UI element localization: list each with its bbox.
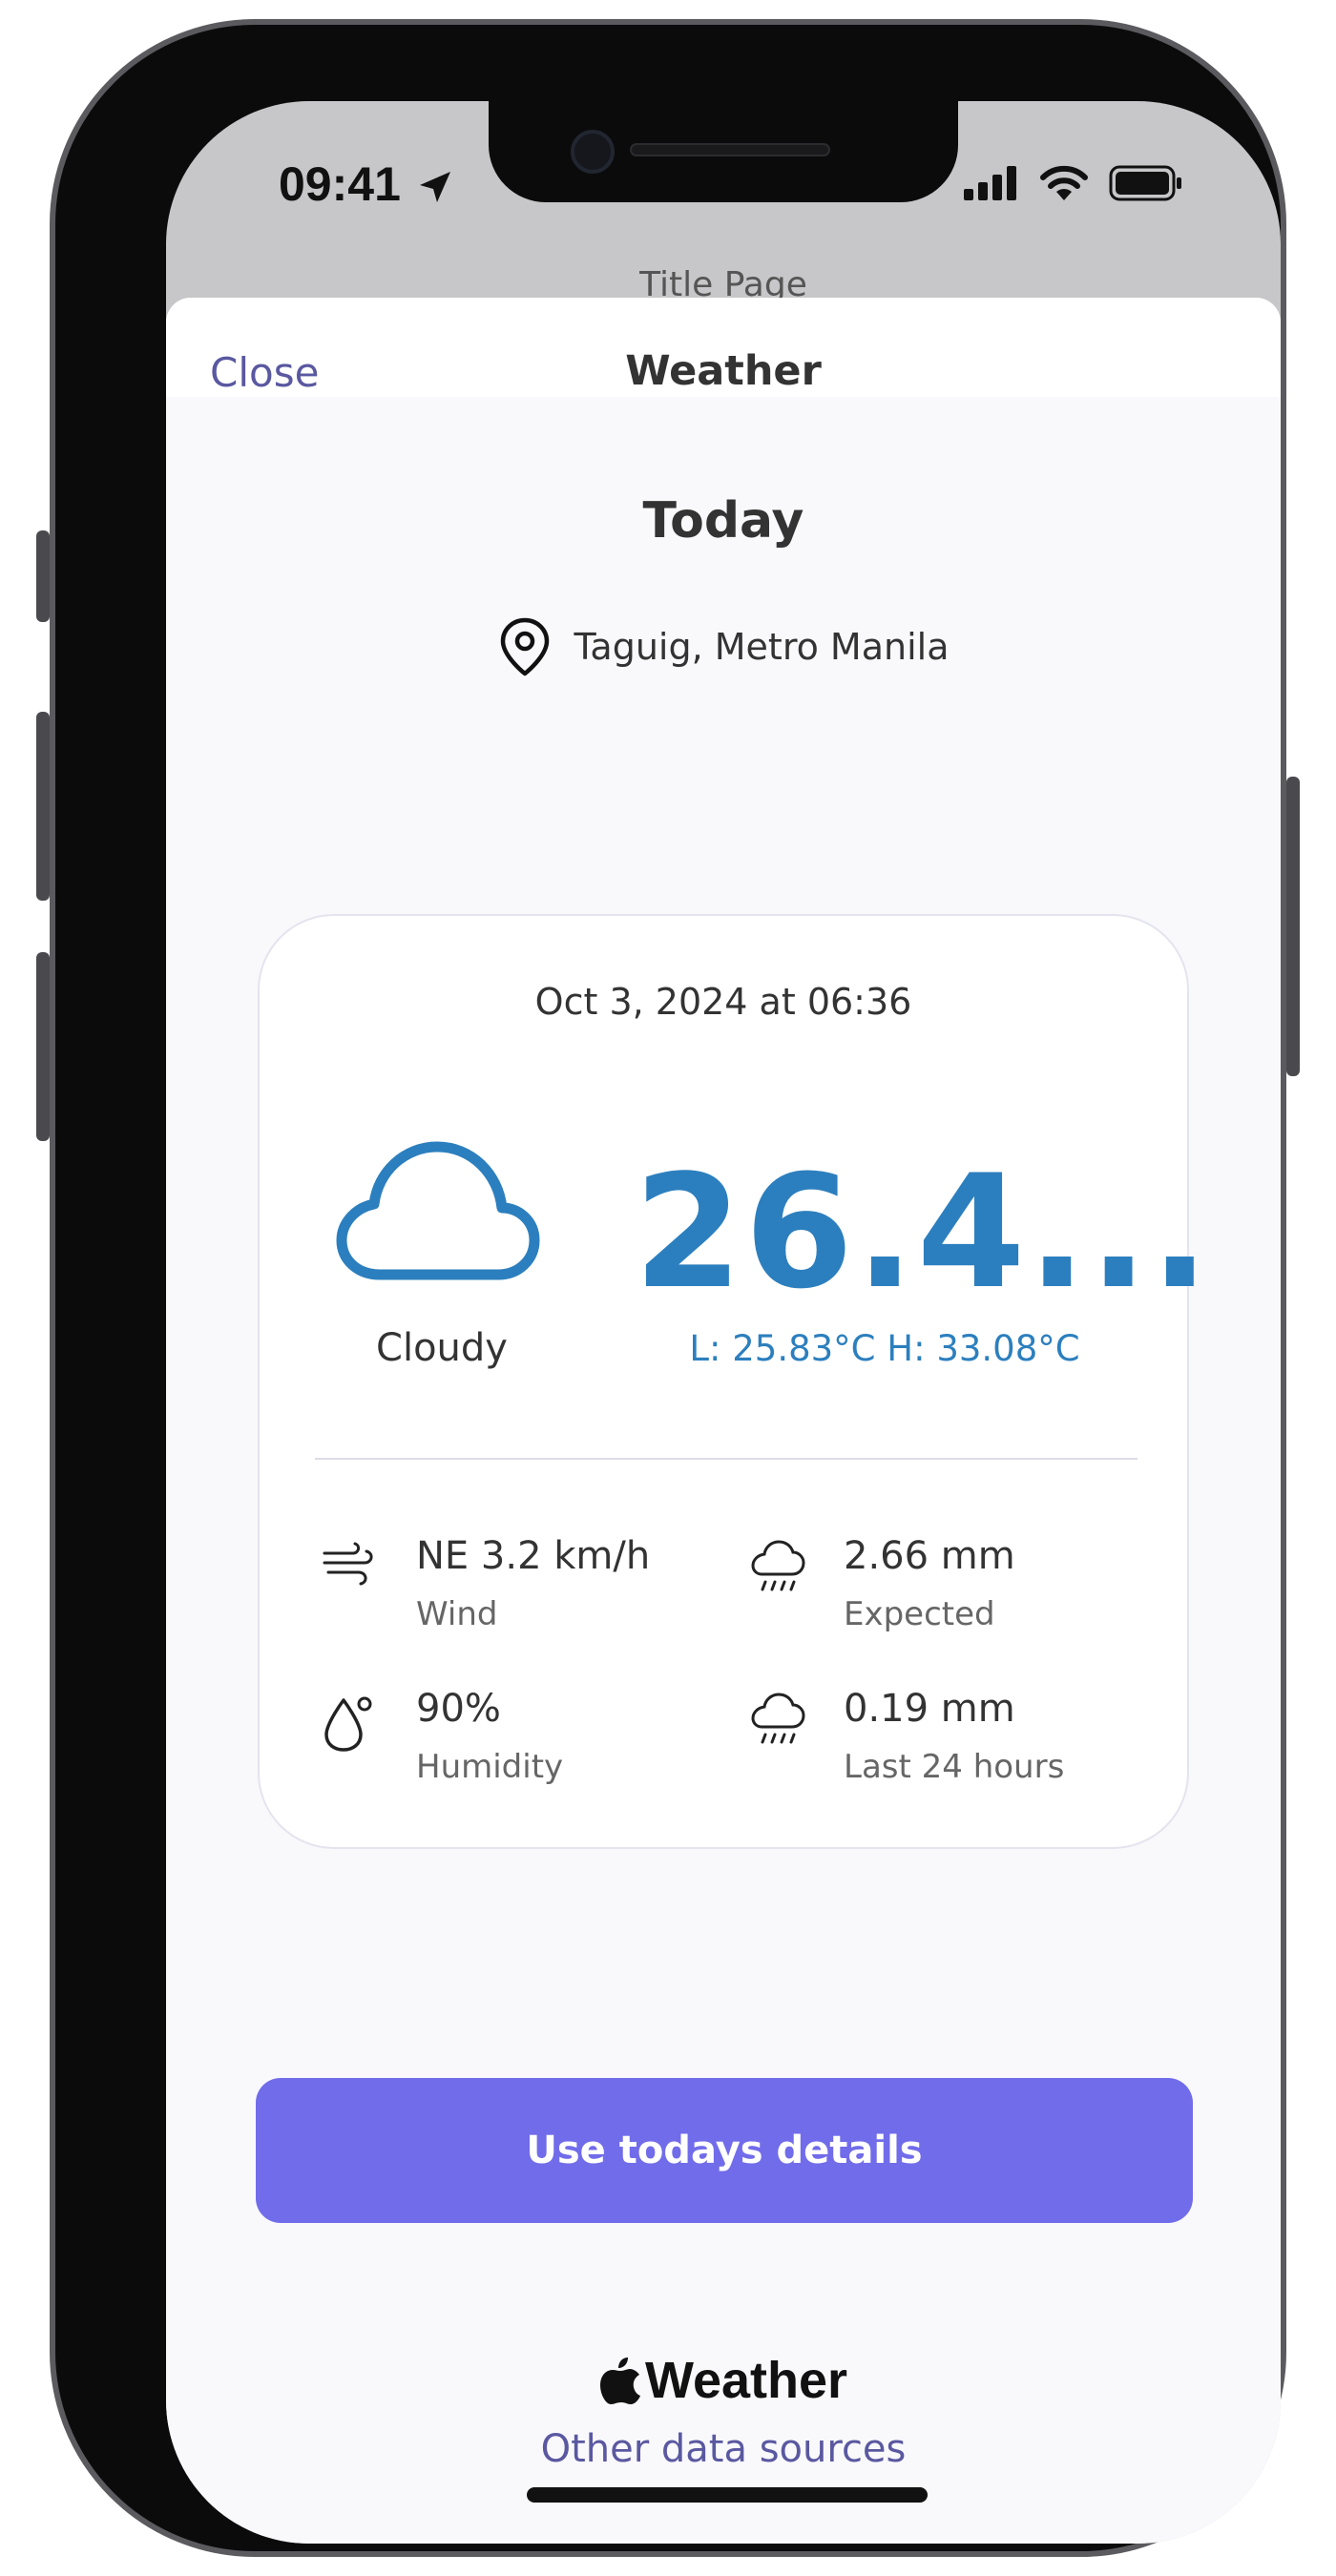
expected-rain-label: Expected xyxy=(844,1595,995,1633)
battery-icon xyxy=(1109,165,1181,201)
use-todays-details-button[interactable]: Use todays details xyxy=(256,2078,1193,2223)
cellular-signal-icon xyxy=(964,166,1016,200)
weather-sheet: Close Weather Today Taguig, Metro Manila… xyxy=(166,298,1281,2544)
weather-brand-text: Weather xyxy=(644,2352,848,2409)
volume-down-button xyxy=(36,952,50,1141)
rain-last-24h-value: 0.19 mm xyxy=(844,1687,1015,1731)
silent-switch xyxy=(36,530,50,622)
weather-condition: Cloudy xyxy=(376,1326,508,1370)
power-button xyxy=(1286,777,1300,1076)
wind-icon xyxy=(323,1542,373,1586)
droplet-icon xyxy=(324,1696,372,1752)
wifi-icon xyxy=(1040,165,1088,200)
status-icons xyxy=(964,164,1183,202)
rain-last-24h-label: Last 24 hours xyxy=(844,1748,1065,1786)
day-heading: Today xyxy=(642,492,804,550)
expected-rain-value: 2.66 mm xyxy=(844,1534,1015,1578)
low-high-temperature: L: 25.83°C H: 33.08°C xyxy=(689,1328,1080,1369)
sheet-header: Close Weather xyxy=(166,298,1281,397)
apple-logo-icon xyxy=(599,2358,640,2404)
humidity-label: Humidity xyxy=(416,1748,564,1786)
sheet-title: Weather xyxy=(625,347,822,395)
weather-card: Oct 3, 2024 at 06:36 Cloudy 26.4... L: 2… xyxy=(258,914,1210,1849)
phone-screen: 09:41 Title Page Close Weather Today Tag… xyxy=(166,101,1281,2544)
current-temperature: 26.4... xyxy=(634,1141,1212,1323)
earpiece-speaker xyxy=(630,143,830,156)
humidity-value: 90% xyxy=(416,1687,501,1731)
volume-up-button xyxy=(36,712,50,901)
wind-value: NE 3.2 km/h xyxy=(416,1534,651,1578)
weather-attribution: Weather xyxy=(166,2351,1281,2410)
rain-cloud-icon xyxy=(751,1693,805,1744)
front-camera xyxy=(571,130,615,174)
phone-frame: 09:41 Title Page Close Weather Today Tag… xyxy=(50,19,1286,2557)
map-pin-icon xyxy=(500,617,549,676)
rain-cloud-icon xyxy=(751,1540,805,1591)
home-indicator[interactable] xyxy=(527,2487,928,2503)
location: Taguig, Metro Manila xyxy=(166,616,1281,677)
cloud-icon xyxy=(336,1141,540,1280)
status-time: 09:41 xyxy=(279,157,401,211)
card-divider xyxy=(315,1458,1138,1460)
observation-date: Oct 3, 2024 at 06:36 xyxy=(534,981,912,1023)
location-name: Taguig, Metro Manila xyxy=(574,626,950,668)
other-data-sources-link[interactable]: Other data sources xyxy=(166,2427,1281,2471)
location-arrow-icon xyxy=(420,172,450,202)
wind-label: Wind xyxy=(416,1595,498,1633)
